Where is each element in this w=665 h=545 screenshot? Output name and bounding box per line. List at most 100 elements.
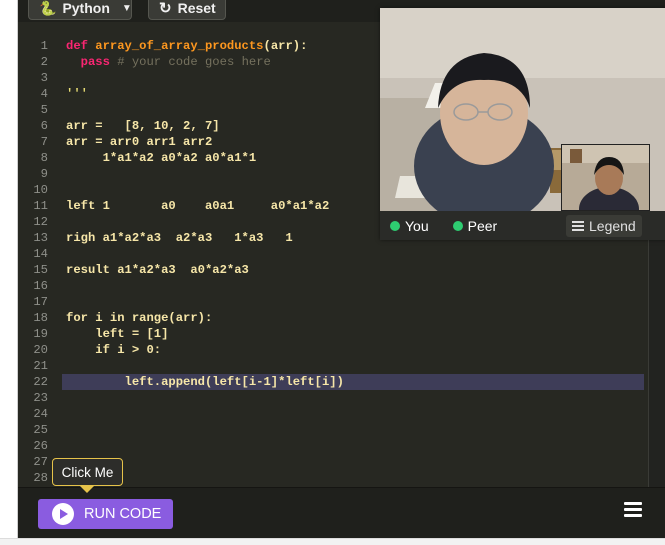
line-code: for i in range(arr): bbox=[66, 310, 212, 326]
line-code: def array_of_array_products(arr): bbox=[66, 38, 307, 54]
line-number: 17 bbox=[33, 295, 48, 309]
line-number: 3 bbox=[40, 71, 48, 85]
python-icon: 🐍 bbox=[39, 0, 57, 16]
line-number: 21 bbox=[33, 359, 48, 373]
code-text: if i > 0: bbox=[66, 343, 162, 357]
legend-label: Legend bbox=[589, 218, 636, 234]
code-comment: # your code goes here bbox=[117, 55, 271, 69]
code-line[interactable]: 20 if i > 0: bbox=[18, 342, 648, 358]
line-number: 9 bbox=[40, 167, 48, 181]
line-number: 24 bbox=[33, 407, 48, 421]
line-code: pass # your code goes here bbox=[66, 54, 271, 70]
you-indicator: You bbox=[390, 218, 429, 234]
line-number: 8 bbox=[40, 151, 48, 165]
code-line[interactable]: 25 bbox=[18, 422, 648, 438]
video-controls: You Peer Legend bbox=[380, 211, 665, 240]
code-text: left 1 a0 a0a1 a0*a1*a2 bbox=[66, 199, 330, 213]
line-code: if i > 0: bbox=[66, 342, 161, 358]
peer-indicator: Peer bbox=[452, 217, 498, 234]
docstring-quote: ''' bbox=[66, 87, 88, 101]
line-number: 2 bbox=[40, 55, 48, 69]
code-line[interactable]: 17 bbox=[18, 294, 648, 310]
code-line[interactable]: 23 bbox=[18, 390, 648, 406]
list-icon bbox=[572, 219, 584, 233]
line-code: ''' bbox=[66, 86, 88, 102]
code-text: arr = arr0 arr1 arr2 bbox=[66, 135, 213, 149]
code-line[interactable]: 15 result a1*a2*a3 a0*a2*a3 bbox=[18, 262, 648, 278]
code-line[interactable]: 18 for i in range(arr): bbox=[18, 310, 648, 326]
line-code: arr = [8, 10, 2, 7] bbox=[66, 118, 220, 134]
run-code-label: RUN CODE bbox=[84, 506, 162, 522]
line-number: 20 bbox=[33, 343, 48, 357]
line-number: 5 bbox=[40, 103, 48, 117]
run-code-button[interactable]: RUN CODE bbox=[38, 499, 173, 529]
line-number: 14 bbox=[33, 247, 48, 261]
line-number: 22 bbox=[33, 375, 48, 389]
keyword-pass: pass bbox=[80, 55, 110, 69]
keyword-def: def bbox=[66, 39, 88, 53]
line-number: 12 bbox=[33, 215, 48, 229]
line-code: left 1 a0 a0a1 a0*a1*a2 bbox=[66, 198, 329, 214]
code-text: for i in range(arr): bbox=[66, 311, 213, 325]
code-line[interactable]: 21 bbox=[18, 358, 648, 374]
click-me-tooltip: Click Me bbox=[52, 458, 123, 486]
line-code: left = [1] bbox=[66, 326, 168, 342]
reset-label: Reset bbox=[177, 0, 216, 16]
you-label: You bbox=[405, 217, 429, 234]
line-code: 1*a1*a2 a0*a2 a0*a1*1 bbox=[66, 150, 257, 166]
line-number: 28 bbox=[33, 471, 48, 485]
hamburger-menu-icon[interactable] bbox=[624, 502, 642, 518]
line-code: arr = arr0 arr1 arr2 bbox=[66, 134, 212, 150]
line-number: 4 bbox=[40, 87, 48, 101]
bottom-toolbar: RUN CODE bbox=[18, 487, 665, 538]
line-number: 13 bbox=[33, 231, 48, 245]
line-number: 16 bbox=[33, 279, 48, 293]
line-number: 10 bbox=[33, 183, 48, 197]
line-code: righ a1*a2*a3 a2*a3 1*a3 1 bbox=[66, 230, 293, 246]
play-icon bbox=[52, 503, 74, 525]
code-text: righ a1*a2*a3 a2*a3 1*a3 1 bbox=[66, 231, 293, 245]
code-line[interactable]: 22 left.append(left[i-1]*left[i]) bbox=[18, 374, 648, 390]
code-text: left.append(left[i-1]*left[i]) bbox=[66, 375, 344, 389]
peer-video-thumbnail bbox=[561, 144, 650, 211]
line-number: 18 bbox=[33, 311, 48, 325]
chevron-down-icon: ▼ bbox=[121, 2, 132, 14]
code-text: 1*a1*a2 a0*a2 a0*a1*1 bbox=[66, 151, 257, 165]
code-text: arr = [8, 10, 2, 7] bbox=[66, 119, 220, 133]
code-line[interactable]: 14 bbox=[18, 246, 648, 262]
code-line[interactable]: 19 left = [1] bbox=[18, 326, 648, 342]
tooltip-arrow bbox=[79, 485, 95, 493]
language-select[interactable]: 🐍 Python ▼ bbox=[28, 0, 132, 20]
status-dot-icon bbox=[390, 220, 400, 231]
legend-button[interactable]: Legend bbox=[566, 215, 642, 237]
line-code: left.append(left[i-1]*left[i]) bbox=[66, 374, 344, 390]
line-number: 6 bbox=[40, 119, 48, 133]
reset-button[interactable]: ↻ Reset bbox=[148, 0, 226, 20]
language-label: Python bbox=[62, 0, 110, 16]
code-text: result a1*a2*a3 a0*a2*a3 bbox=[66, 263, 249, 277]
page-horizontal-scrollbar[interactable] bbox=[0, 538, 665, 545]
left-panel-edge bbox=[0, 0, 18, 545]
line-code: result a1*a2*a3 a0*a2*a3 bbox=[66, 262, 249, 278]
peer-label: Peer bbox=[467, 217, 498, 234]
line-number: 26 bbox=[33, 439, 48, 453]
code-text: left = [1] bbox=[66, 327, 169, 341]
reset-icon: ↻ bbox=[159, 0, 172, 17]
line-number: 25 bbox=[33, 423, 48, 437]
peer-frame-image bbox=[562, 145, 649, 210]
code-line[interactable]: 24 bbox=[18, 406, 648, 422]
function-name: array_of_array_products bbox=[95, 39, 264, 53]
line-number: 23 bbox=[33, 391, 48, 405]
line-number: 11 bbox=[33, 199, 48, 213]
line-number: 27 bbox=[33, 455, 48, 469]
code-line[interactable]: 16 bbox=[18, 278, 648, 294]
tooltip-label: Click Me bbox=[61, 464, 114, 480]
code-line[interactable]: 26 bbox=[18, 438, 648, 454]
status-dot-icon bbox=[452, 220, 463, 231]
line-number: 1 bbox=[40, 39, 48, 53]
function-params: (arr): bbox=[263, 39, 308, 53]
video-chat-panel: You Peer Legend bbox=[380, 8, 665, 240]
line-number: 15 bbox=[33, 263, 48, 277]
line-number: 19 bbox=[33, 327, 48, 341]
line-number: 7 bbox=[40, 135, 48, 149]
